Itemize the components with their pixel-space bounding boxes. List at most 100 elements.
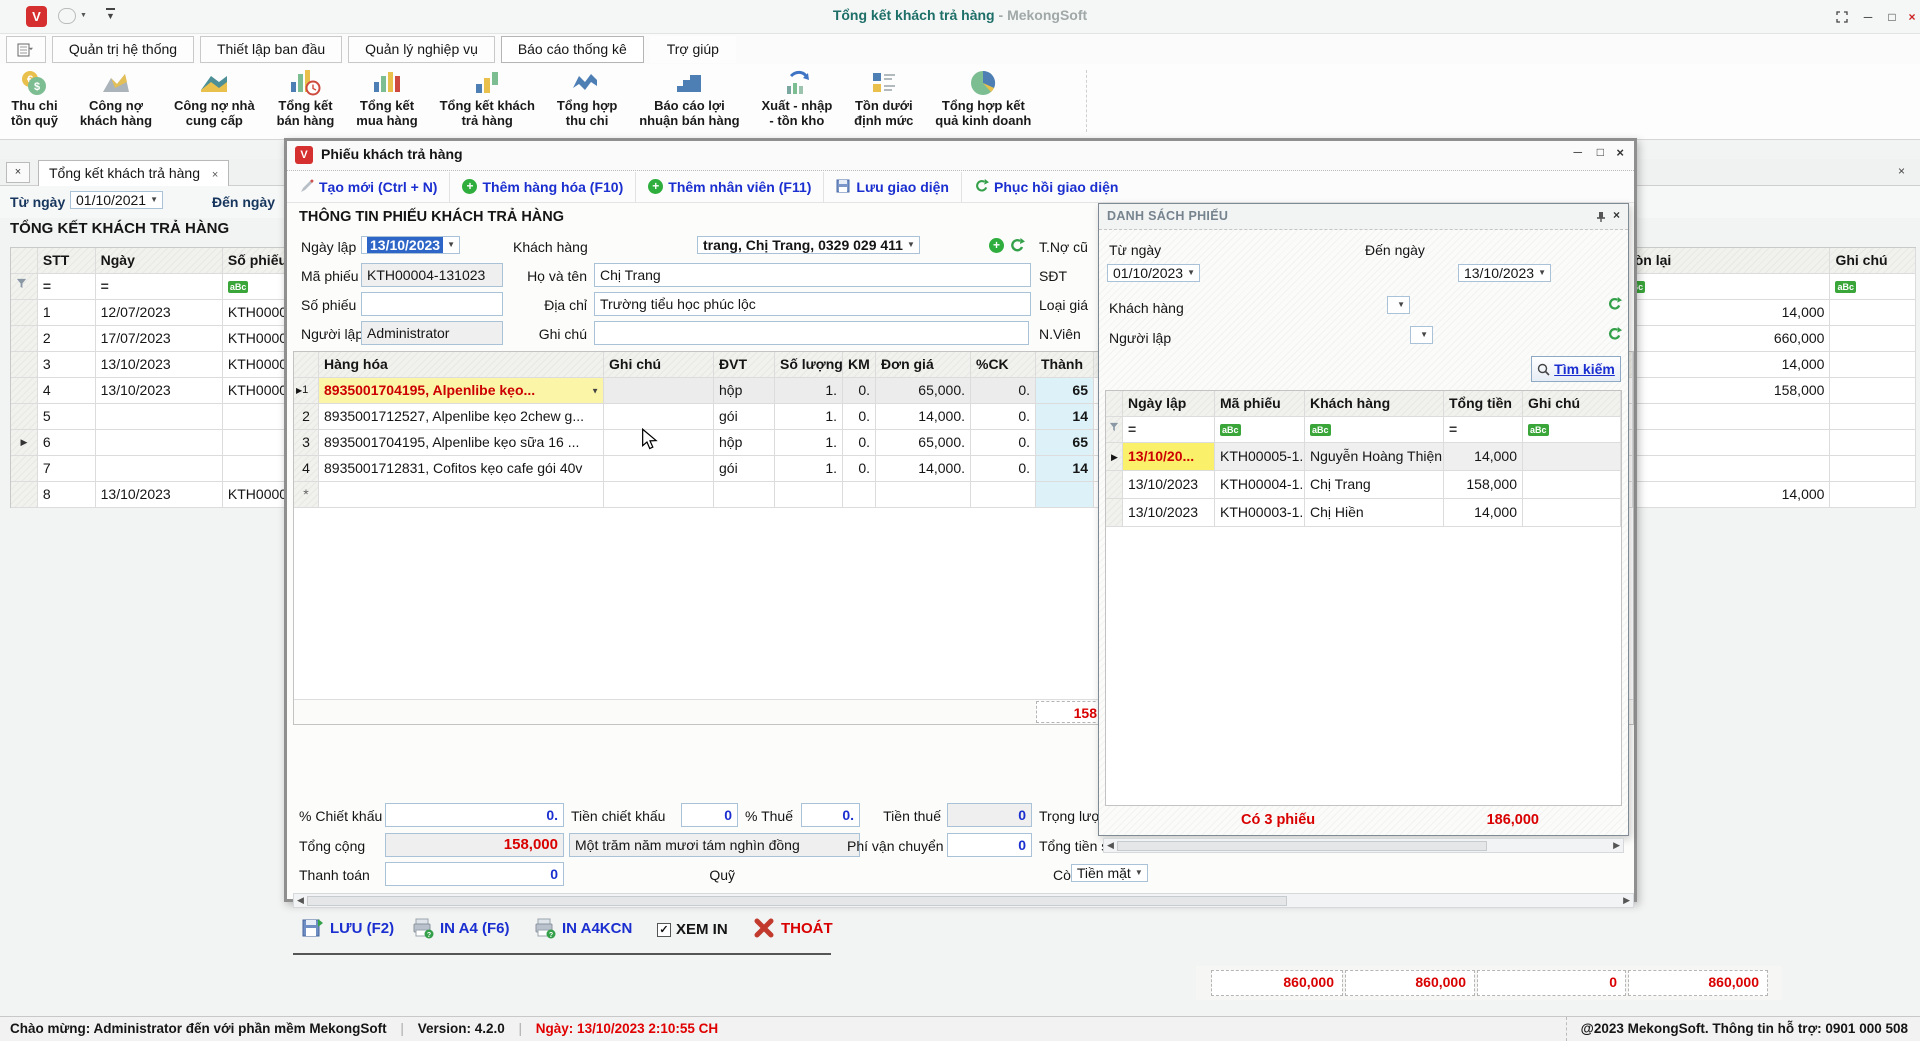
doc-tab[interactable]: Tổng kết khách trả hàng × — [38, 160, 229, 186]
close-button[interactable]: × — [1899, 7, 1920, 27]
dialog-close-button[interactable]: × — [1616, 145, 1624, 160]
ribbon-item-xuat-nhap-ton-kho[interactable]: Xuất - nhập- tồn kho — [752, 64, 841, 130]
panel-khach-hang-field[interactable]: ▼ — [1387, 296, 1410, 314]
filter-tong-tien[interactable]: = — [1444, 417, 1523, 443]
filter-con-lai[interactable]: aBc — [1620, 274, 1831, 300]
scroll-right-icon[interactable]: ▶ — [1620, 895, 1633, 906]
filter-icon[interactable] — [1109, 422, 1119, 432]
ghi-chu-field[interactable] — [594, 321, 1029, 345]
panel-row[interactable]: 13/10/2023 KTH00003-1... Chị Hiền 14,000 — [1106, 499, 1621, 527]
ribbon-item-cong-no-ncc[interactable]: Công nợ nhàcung cấp — [165, 64, 264, 130]
tab-thiet-lap-ban-dau[interactable]: Thiết lập ban đầu — [200, 36, 342, 63]
dropdown-icon[interactable]: ▼ — [591, 380, 599, 401]
so-phieu-field[interactable] — [361, 292, 503, 316]
filter-ma-phieu[interactable]: aBc — [1215, 417, 1305, 443]
panel-hscrollbar[interactable]: ◀ ▶ — [1103, 838, 1624, 853]
tab-bao-cao-thong-ke[interactable]: Báo cáo thống kê — [501, 36, 644, 63]
filter-stt[interactable]: = — [38, 274, 96, 300]
dropdown-icon[interactable]: ▼ — [1420, 326, 1428, 344]
nguoi-lap-field[interactable]: Administrator — [361, 321, 503, 345]
ribbon-item-bao-cao-loi-nhuan[interactable]: Báo cáo lợinhuận bán hàng — [630, 64, 748, 130]
in-a4-button[interactable]: ? IN A4 (F6) — [412, 917, 509, 939]
col-km[interactable]: KM — [843, 352, 876, 378]
xem-in-checkbox[interactable]: ✓ XEM IN — [657, 921, 728, 938]
tab-quan-ly-nghiep-vu[interactable]: Quản lý nghiệp vụ — [348, 36, 495, 63]
panel-titlebar[interactable]: DANH SÁCH PHIẾU × — [1099, 204, 1628, 230]
pin-icon[interactable] — [1595, 211, 1607, 223]
col-hang-hoa[interactable]: Hàng hóa — [319, 352, 604, 378]
scroll-left-icon[interactable]: ◀ — [1104, 840, 1117, 851]
col-ngay-lap[interactable]: Ngày lập — [1123, 391, 1215, 417]
phi-vc-field[interactable]: 0 — [947, 833, 1032, 857]
col-so-luong[interactable]: Số lượng — [775, 352, 843, 378]
luu-button[interactable]: LƯU (F2) — [302, 917, 394, 939]
panel-tu-ngay-field[interactable]: 01/10/2023▼ — [1107, 264, 1200, 282]
tien-ck-field[interactable]: 0 — [681, 803, 738, 827]
col-ghi-chu[interactable]: Ghi chú — [604, 352, 714, 378]
col-ma-phieu[interactable]: Mã phiếu — [1215, 391, 1305, 417]
tab-tro-giup[interactable]: Trợ giúp — [650, 36, 736, 63]
fullscreen-button[interactable] — [1829, 7, 1855, 27]
col-don-gia[interactable]: Đơn giá — [876, 352, 971, 378]
col-thanh-tien[interactable]: Thành — [1036, 352, 1094, 378]
luu-giao-dien-button[interactable]: Lưu giao diện — [824, 172, 962, 202]
dropdown-icon[interactable]: ▼ — [1538, 264, 1546, 282]
doc-tab-close-icon[interactable]: × — [212, 169, 218, 181]
thoat-button[interactable]: THOÁT — [753, 917, 833, 939]
them-nhan-vien-button[interactable]: + Thêm nhân viên (F11) — [636, 172, 824, 202]
col-khach-hang[interactable]: Khách hàng — [1305, 391, 1444, 417]
refresh-icon[interactable] — [1009, 238, 1025, 254]
dialog-hscrollbar[interactable]: ◀ ▶ — [293, 893, 1634, 908]
ribbon-item-cong-no-khach-hang[interactable]: Công nợkhách hàng — [71, 64, 161, 130]
panel-den-ngay-field[interactable]: 13/10/2023▼ — [1458, 264, 1551, 282]
panel-row[interactable]: 13/10/2023 KTH00004-1... Chị Trang 158,0… — [1106, 471, 1621, 499]
scroll-right-icon[interactable]: ▶ — [1610, 840, 1623, 851]
filter-ghi-chu[interactable]: aBc — [1830, 274, 1916, 300]
ribbon-item-tong-ket-mua-hang[interactable]: Tổng kếtmua hàng — [347, 64, 426, 130]
ribbon-item-tong-hop-ket-qua-kd[interactable]: Tổng hợp kếtquả kinh doanh — [926, 64, 1040, 130]
phuc-hoi-giao-dien-button[interactable]: Phục hồi giao diện — [962, 172, 1130, 202]
dialog-minimize-button[interactable]: ─ — [1573, 145, 1582, 159]
dropdown-icon[interactable]: ▼ — [1397, 296, 1405, 314]
thue-field[interactable]: 0. — [801, 803, 860, 827]
refresh-icon[interactable] — [1607, 297, 1622, 312]
checkbox-checked-icon[interactable]: ✓ — [657, 923, 671, 937]
ribbon-item-tong-ket-ban-hang[interactable]: Tổng kếtbán hàng — [268, 64, 344, 130]
filter-khach-hang[interactable]: aBc — [1305, 417, 1444, 443]
dialog-titlebar[interactable]: V Phiếu khách trả hàng ─ □ × — [287, 141, 1634, 171]
khach-hang-field[interactable]: trang, Chị Trang, 0329 029 411▼ — [697, 236, 920, 254]
tao-moi-button[interactable]: Tạo mới (Ctrl + N) — [287, 172, 450, 202]
ngay-lap-field[interactable]: 13/10/2023▼ — [361, 236, 460, 254]
col-ghi-chu[interactable]: Ghi chú — [1830, 248, 1916, 274]
col-ngay[interactable]: Ngày — [96, 248, 223, 274]
chiet-khau-field[interactable]: 0. — [385, 803, 564, 827]
tien-thue-field[interactable]: 0 — [947, 803, 1032, 827]
thanh-toan-field[interactable]: 0 — [385, 862, 564, 886]
scroll-thumb[interactable] — [1117, 841, 1487, 851]
bang-chu-field[interactable]: Một trăm năm mươi tám nghìn đồng — [569, 833, 860, 857]
doc-strip-close-button[interactable]: × — [1898, 164, 1905, 178]
panel-close-icon[interactable]: × — [1613, 208, 1620, 222]
col-con-lai[interactable]: Còn lại — [1620, 248, 1831, 274]
filter-icon[interactable] — [16, 278, 27, 289]
tab-quan-tri-he-thong[interactable]: Quản trị hệ thống — [52, 36, 194, 63]
filter-ghi-chu[interactable]: aBc — [1523, 417, 1621, 443]
filter-ngay[interactable]: = — [96, 274, 223, 300]
panel-row-selected[interactable]: ▶ 13/10/20... KTH00005-1... Nguyễn Hoàng… — [1106, 443, 1621, 471]
ma-phieu-field[interactable]: KTH00004-131023 — [361, 263, 503, 287]
dropdown-icon[interactable]: ▼ — [1135, 864, 1143, 882]
dropdown-icon[interactable]: ▼ — [907, 236, 915, 254]
them-hang-hoa-button[interactable]: + Thêm hàng hóa (F10) — [450, 172, 636, 202]
in-a4kcn-button[interactable]: ? IN A4KCN — [534, 917, 632, 939]
tong-cong-field[interactable]: 158,000 — [385, 833, 564, 857]
dia-chi-field[interactable]: Trường tiểu học phúc lộc — [594, 292, 1031, 316]
ribbon-item-thu-chi-ton-quy[interactable]: €$ Thu chitồn quỹ — [2, 64, 67, 130]
scroll-left-icon[interactable]: ◀ — [294, 895, 307, 906]
app-menu-button[interactable] — [6, 36, 46, 63]
quy-field[interactable]: Tiền mặt▼ — [1071, 864, 1148, 882]
filter-ngay-lap[interactable]: = — [1123, 417, 1215, 443]
add-customer-icon[interactable]: + — [989, 238, 1004, 253]
col-ghi-chu[interactable]: Ghi chú — [1523, 391, 1621, 417]
col-ck[interactable]: %CK — [971, 352, 1036, 378]
scroll-thumb[interactable] — [307, 896, 1287, 906]
